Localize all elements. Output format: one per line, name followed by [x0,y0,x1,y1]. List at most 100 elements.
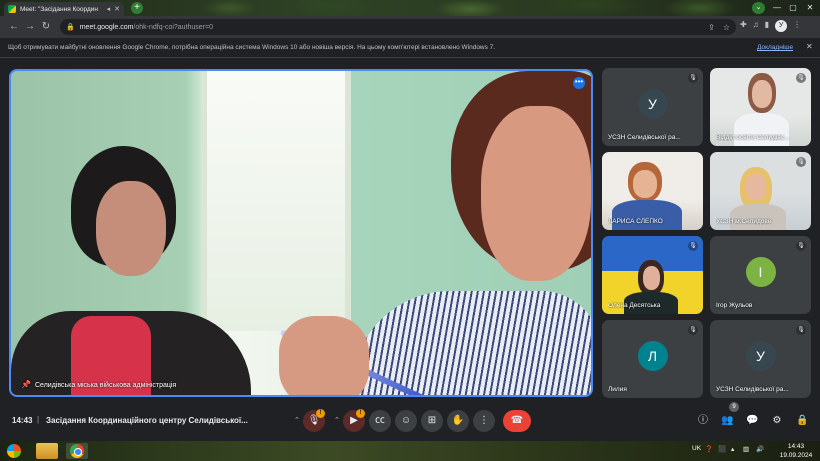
reload-icon[interactable]: ↻ [38,19,54,35]
video-body [612,200,682,230]
audio-options-chevron-icon[interactable]: ⌃ [294,416,300,424]
forward-arrow-icon[interactable]: → [22,19,38,35]
show-hidden-icons-icon[interactable]: ▴ [731,445,734,453]
participant-name-2: Відділ освіти Селидівс... [716,134,790,141]
start-button[interactable] [6,443,22,459]
url-host: meet.google.com [79,23,134,31]
meeting-separator: | [37,415,40,424]
present-screen-icon: ⊞ [427,415,437,426]
participant-name-8: УСЗН Селидівської ра... [716,386,789,393]
participant-name-6: Ігор Жульов [716,302,753,309]
network-icon[interactable]: ▥ [743,445,749,453]
share-icon[interactable]: ⇪ [708,23,715,32]
windows-taskbar: UK ❓ ⬛ ▴ ▥ 🔊 14:43 19.09.2024 [0,441,820,461]
tray-app-icon[interactable]: ⬛ [718,445,726,453]
people-count-badge: 9 [729,402,739,412]
mic-off-icon: 🎙 [796,157,806,167]
tab-close-icon[interactable]: ✕ [114,5,120,13]
meet-controls-bar: 14:43 | Засідання Координаційного центру… [0,401,820,441]
more-options-button[interactable]: ⋮ [473,410,495,432]
participant-tile-1[interactable]: У 🎙 УСЗН Селидівської ра... [602,68,703,146]
media-icon[interactable]: ♫ [753,20,759,32]
participant-avatar-1: У [637,89,668,119]
video-face [633,170,657,198]
activities-icon[interactable]: ⚙ [771,415,783,427]
host-controls-icon[interactable]: 🔒 [796,415,808,427]
participant-name-3: ЛАРИСА СЛЕПКО [608,218,663,225]
leave-call-button[interactable]: ☎ [503,410,531,432]
update-info-bar: Щоб отримувати майбутні оновлення Google… [0,38,820,58]
taskbar-chrome-app[interactable] [66,443,88,459]
browser-tab-meet[interactable]: Meet: "Засідання Координ ◂ ✕ [4,2,124,16]
people-icon[interactable]: 👥 [721,415,733,427]
participant-tile-8[interactable]: У 🎙 УСЗН Селидівської ра... [710,320,811,398]
new-tab-button[interactable]: + [131,2,143,14]
infobar-close-icon[interactable]: ✕ [806,42,813,51]
reactions-button[interactable]: ☺ [395,410,417,432]
participant-name-4: УСЗН м.Селидове [716,218,772,225]
profile-avatar[interactable]: У [775,20,788,32]
language-indicator[interactable]: UK [692,445,701,452]
main-video-tile[interactable]: ••• 📌 Селидівська міська військова адмін… [9,69,593,397]
lock-icon[interactable]: 🔒 [66,23,75,31]
mic-off-icon: 🎙 [796,241,806,251]
mic-off-icon: 🎙 [796,73,806,83]
participant-tile-5[interactable]: 🎙 Олена Десятська [602,236,703,314]
captions-icon: ㏄ [375,415,385,426]
video-background-window [201,71,351,331]
tab-title: Meet: "Засідання Координ [20,5,99,13]
participant-tile-2[interactable]: 🎙 Відділ освіти Селидівс... [710,68,811,146]
clock-time: 14:43 [787,443,805,450]
raise-hand-button[interactable]: ✋ [447,410,469,432]
url-path: /ohk-ndfq-coi?authuser=0 [133,23,214,31]
video-person-right-face [481,106,591,281]
explorer-folder-icon[interactable] [36,443,58,459]
microphone-warning-badge: ! [316,409,325,418]
side-panel-icon[interactable]: ▮ [765,20,769,32]
video-body [734,113,789,146]
clock-date: 19.09.2024 [779,452,813,459]
main-video-label: 📌 Селидівська міська військова адміністр… [21,381,176,389]
details-link[interactable]: Докладніше [757,44,793,51]
volume-icon[interactable]: 🔊 [756,445,764,453]
participant-name-1: УСЗН Селидівської ра... [608,134,681,141]
video-face [752,80,772,108]
hang-up-icon: ☎ [510,415,524,426]
participant-tile-3[interactable]: ЛАРИСА СЛЕПКО [602,152,703,230]
minimize-icon[interactable]: — [770,1,784,15]
mic-off-icon: 🎙 [796,325,806,335]
main-video-name: Селидівська міська військова адміністрац… [35,381,177,389]
video-options-chevron-icon[interactable]: ⌃ [334,416,340,424]
taskbar-clock[interactable]: 14:43 19.09.2024 [776,442,816,460]
participant-name-7: Лилия [608,386,627,393]
participant-tile-6[interactable]: І 🎙 Ігор Жульов [710,236,811,314]
chat-icon[interactable]: 💬 [746,415,758,427]
sound-icon[interactable]: ◂ [107,5,111,13]
participant-tile-4[interactable]: 🎙 УСЗН м.Селидове [710,152,811,230]
help-icon[interactable]: ❓ [705,445,713,453]
hand-icon: ✋ [451,415,465,426]
info-message: Щоб отримувати майбутні оновлення Google… [8,44,496,51]
participant-avatar-6: І [745,257,776,287]
video-body [730,204,786,230]
browser-tab-strip: Meet: "Засідання Координ ◂ ✕ + ⌄ — ▢ ✕ [0,0,820,16]
participant-tile-7[interactable]: Л 🎙 Лилия [602,320,703,398]
meeting-info-icon[interactable]: ⓘ [697,415,709,427]
emoji-icon: ☺ [400,415,412,426]
address-bar[interactable]: 🔒 meet.google.com/ohk-ndfq-coi?authuser=… [60,19,736,35]
more-options-icon[interactable]: ••• [573,77,585,89]
close-window-icon[interactable]: ✕ [803,1,817,15]
mic-off-icon: 🎙 [688,73,698,83]
meeting-time: 14:43 [12,416,33,425]
menu-kebab-icon[interactable]: ⋮ [793,20,801,32]
pin-icon[interactable]: 📌 [21,381,31,389]
present-button[interactable]: ⊞ [421,410,443,432]
back-arrow-icon[interactable]: ← [6,19,22,35]
extensions-icon[interactable]: ✚ [740,20,747,32]
maximize-icon[interactable]: ▢ [786,1,800,15]
chrome-icon [70,444,84,458]
captions-button[interactable]: ㏄ [369,410,391,432]
bookmark-star-icon[interactable]: ☆ [723,23,730,32]
chevron-down-icon[interactable]: ⌄ [752,2,765,14]
participant-name-5: Олена Десятська [608,302,661,309]
